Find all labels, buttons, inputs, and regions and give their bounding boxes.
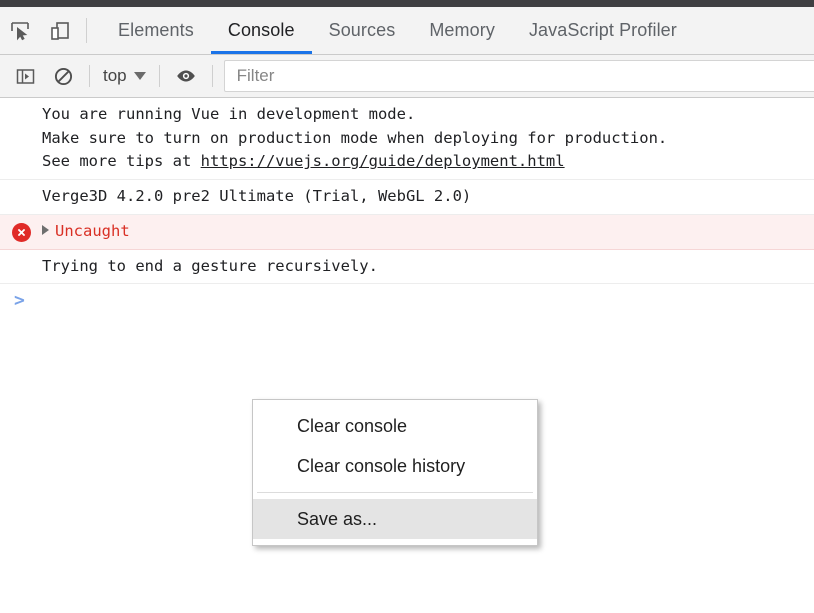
filterbar-divider (89, 65, 90, 87)
console-filterbar: top Filter (0, 55, 814, 98)
panel-tabs: Elements Console Sources Memory JavaScri… (101, 7, 694, 54)
inspect-cursor-icon[interactable] (0, 7, 40, 54)
console-line: Make sure to turn on production mode whe… (42, 128, 668, 147)
console-message-verge3d[interactable]: Verge3D 4.2.0 pre2 Ultimate (Trial, WebG… (0, 180, 814, 215)
tab-label: JavaScript Profiler (528, 20, 677, 40)
menu-separator (257, 492, 533, 493)
console-line: You are running Vue in development mode. (42, 105, 416, 123)
tab-label: Sources (328, 20, 396, 40)
console-prompt[interactable]: > (0, 284, 814, 318)
devtools-tabbar: Elements Console Sources Memory JavaScri… (0, 7, 814, 55)
menu-item-clear-console-history[interactable]: Clear console history (253, 446, 537, 486)
filterbar-divider-3 (211, 65, 213, 87)
console-line: Verge3D 4.2.0 pre2 Ultimate (Trial, WebG… (42, 187, 472, 206)
tab-label: Console (227, 20, 295, 40)
console-line: Trying to end a gesture recursively. (42, 256, 378, 275)
filter-placeholder: Filter (236, 66, 275, 85)
menu-item-label: Save as... (297, 508, 378, 529)
console-sidebar-icon[interactable] (6, 57, 44, 95)
execution-context-value: top (103, 66, 127, 85)
console-error-text: Uncaught (55, 221, 130, 240)
prompt-chevron-icon: > (14, 290, 25, 312)
console-message-gesture[interactable]: Trying to end a gesture recursively. (0, 250, 814, 285)
menu-item-clear-console[interactable]: Clear console (253, 406, 537, 446)
console-line: See more tips at https://vuejs.org/guide… (42, 150, 814, 174)
tab-memory[interactable]: Memory (412, 7, 512, 54)
context-menu: Clear console Clear console history Save… (252, 399, 538, 546)
console-output: You are running Vue in development mode.… (0, 98, 814, 318)
tab-label: Elements (118, 20, 194, 40)
filterbar-divider-2 (158, 65, 160, 87)
live-expression-eye-icon[interactable] (167, 57, 205, 95)
expand-triangle-icon[interactable] (42, 224, 49, 235)
toolbar-divider (86, 18, 87, 43)
tab-javascript-profiler[interactable]: JavaScript Profiler (512, 7, 694, 54)
tab-elements[interactable]: Elements (101, 7, 211, 54)
window-titlebar-strip (0, 0, 814, 7)
execution-context-selector[interactable]: top (97, 66, 152, 86)
clear-console-icon[interactable] (44, 57, 82, 95)
filter-input[interactable]: Filter (223, 60, 814, 92)
console-message-vue[interactable]: You are running Vue in development mode.… (0, 98, 814, 181)
tab-console[interactable]: Console (210, 7, 312, 54)
tab-sources[interactable]: Sources (312, 7, 413, 54)
tab-label: Memory (429, 20, 495, 40)
console-line-text: See more tips at (42, 152, 201, 171)
console-message-error[interactable]: Uncaught (0, 214, 814, 250)
menu-item-save-as[interactable]: Save as... (253, 499, 537, 539)
menu-item-label: Clear console history (297, 455, 466, 476)
device-toolbar-icon[interactable] (40, 7, 80, 54)
menu-item-label: Clear console (297, 415, 408, 436)
deployment-docs-link[interactable]: https://vuejs.org/guide/deployment.html (201, 152, 565, 170)
chevron-down-icon (133, 72, 146, 80)
error-icon (12, 222, 31, 242)
